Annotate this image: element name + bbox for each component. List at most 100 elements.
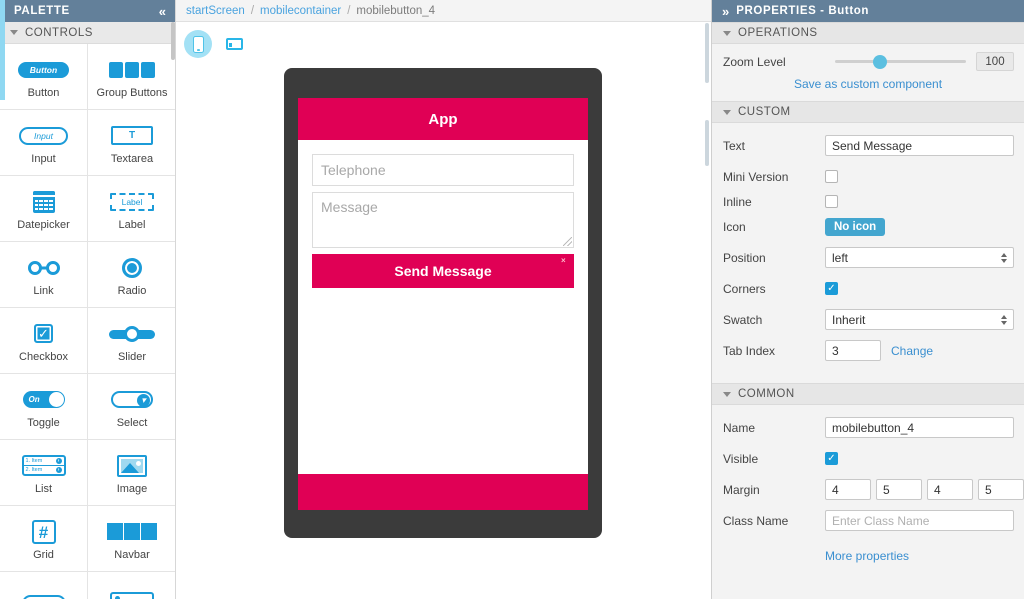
palette-item-button[interactable]: Button Button [0, 44, 88, 110]
canvas-scrollbar[interactable] [705, 23, 709, 83]
zoom-level-value: 100 [976, 52, 1014, 71]
swatch-select[interactable]: Inherit [825, 309, 1014, 330]
message-textarea[interactable]: Message [312, 192, 574, 248]
visible-label: Visible [723, 451, 759, 466]
resize-grip-icon[interactable] [563, 237, 572, 246]
palette-item-search[interactable] [0, 572, 88, 599]
text-property-row: Text Send Message [712, 133, 1024, 158]
properties-section-common[interactable]: COMMON [712, 383, 1024, 405]
palette-item-label: Datepicker [17, 218, 70, 231]
palette-scrollbar[interactable] [171, 22, 175, 60]
checkbox-icon: ✓ [13, 319, 75, 349]
visible-checkbox[interactable]: ✓ [825, 452, 838, 465]
palette-item-slider[interactable]: Slider [88, 308, 175, 374]
properties-section-custom[interactable]: CUSTOM [712, 101, 1024, 123]
inline-checkbox[interactable] [825, 195, 838, 208]
section-label: COMMON [738, 388, 795, 400]
palette-item-toggle[interactable]: On Toggle [0, 374, 88, 440]
canvas-toolbar [176, 22, 711, 66]
class-name-row: Class Name Enter Class Name [712, 508, 1024, 533]
margin-left-input[interactable]: 5 [978, 479, 1024, 500]
telephone-input[interactable]: Telephone [312, 154, 574, 186]
palette-item-group-buttons[interactable]: Group Buttons [88, 44, 175, 110]
breadcrumb-separator: / [250, 4, 255, 17]
caret-down-icon [723, 109, 731, 115]
select-icon: ▾ [101, 385, 163, 415]
chevron-double-right-icon[interactable]: » [722, 4, 729, 19]
palette-item-input[interactable]: Input Input [0, 110, 88, 176]
margin-top-input[interactable]: 4 [825, 479, 871, 500]
caret-down-icon [723, 30, 731, 36]
palette-item-textarea[interactable]: T Textarea [88, 110, 175, 176]
breadcrumb-item-mobilecontainer[interactable]: mobilecontainer [260, 5, 341, 17]
tab-index-label: Tab Index [723, 343, 776, 358]
app-body: Telephone Message Send Message × [298, 140, 588, 302]
properties-header: » PROPERTIES - Button [712, 0, 1024, 22]
group-buttons-icon [101, 55, 163, 85]
palette-item-navbar[interactable]: Navbar [88, 506, 175, 572]
breadcrumb-separator: / [347, 4, 351, 17]
visible-row: Visible ✓ [712, 446, 1024, 471]
radio-group-icon [101, 588, 163, 599]
canvas-panel: startScreen / mobilecontainer / mobilebu… [176, 0, 712, 599]
zoom-level-slider[interactable] [835, 53, 966, 71]
canvas-scrollbar-secondary[interactable] [705, 120, 709, 166]
close-icon[interactable]: × [561, 257, 569, 265]
phone-portrait-icon[interactable] [184, 30, 212, 58]
palette-item-label: Link [33, 284, 54, 297]
tab-index-input[interactable]: 3 [825, 340, 881, 361]
palette-item-link[interactable]: Link [0, 242, 88, 308]
margin-bottom-input[interactable]: 4 [927, 479, 973, 500]
send-message-button[interactable]: Send Message × [312, 254, 574, 288]
margin-right-input[interactable]: 5 [876, 479, 922, 500]
palette-item-checkbox[interactable]: ✓ Checkbox [0, 308, 88, 374]
palette-section-controls[interactable]: CONTROLS [0, 22, 175, 44]
palette-item-datepicker[interactable]: Datepicker [0, 176, 88, 242]
tab-index-row: Tab Index 3 Change [712, 338, 1024, 363]
corners-checkbox[interactable]: ✓ [825, 282, 838, 295]
section-label: CUSTOM [738, 106, 791, 118]
no-icon-button[interactable]: No icon [825, 217, 886, 236]
palette-items-grid: Button Button Group Buttons Input Input … [0, 44, 175, 599]
name-label: Name [723, 420, 756, 435]
chevron-double-left-icon[interactable]: « [159, 4, 166, 19]
send-message-button-label: Send Message [394, 263, 492, 279]
icon-label: Icon [723, 219, 746, 234]
corners-label: Corners [723, 281, 766, 296]
properties-title: PROPERTIES - Button [736, 5, 870, 17]
breadcrumb-item-startscreen[interactable]: startScreen [186, 5, 245, 17]
palette-item-label[interactable]: Label Label [88, 176, 175, 242]
save-custom-component-link[interactable]: Save as custom component [794, 77, 942, 91]
text-label: Text [723, 138, 746, 153]
class-name-input[interactable]: Enter Class Name [825, 510, 1014, 531]
palette-item-image[interactable]: Image [88, 440, 175, 506]
input-icon: Input [13, 121, 75, 151]
palette-item-label: Image [116, 482, 148, 495]
palette-item-radio-group[interactable] [88, 572, 175, 599]
palette-item-label: Textarea [110, 152, 154, 165]
position-select[interactable]: left [825, 247, 1014, 268]
palette-item-radio[interactable]: Radio [88, 242, 175, 308]
palette-title: PALETTE [14, 5, 70, 17]
tab-index-change-link[interactable]: Change [891, 344, 933, 358]
zoom-slider-thumb[interactable] [872, 54, 887, 69]
mini-version-row: Mini Version [712, 164, 1024, 189]
palette-item-grid[interactable]: # Grid [0, 506, 88, 572]
name-input[interactable]: mobilebutton_4 [825, 417, 1014, 438]
tablet-landscape-icon[interactable] [220, 30, 248, 58]
app-title: App [428, 110, 458, 128]
palette-item-list[interactable]: 1. Item › 2. Item › List [0, 440, 88, 506]
app-root: PALETTE « CONTROLS Button Button Group B… [0, 0, 1024, 599]
list-icon: 1. Item › 2. Item › [13, 451, 75, 481]
mini-version-checkbox[interactable] [825, 170, 838, 183]
palette-active-edge [0, 0, 5, 100]
text-input[interactable]: Send Message [825, 135, 1014, 156]
more-properties-link[interactable]: More properties [825, 549, 909, 563]
palette-item-select[interactable]: ▾ Select [88, 374, 175, 440]
name-row: Name mobilebutton_4 [712, 415, 1024, 440]
phone-mockup-frame: App Telephone Message Send Message × [284, 68, 602, 538]
swatch-select-value: Inherit [832, 312, 866, 327]
palette-item-label: Select [116, 416, 148, 429]
properties-section-operations[interactable]: OPERATIONS [712, 22, 1024, 44]
palette-item-label: Input [31, 152, 56, 165]
